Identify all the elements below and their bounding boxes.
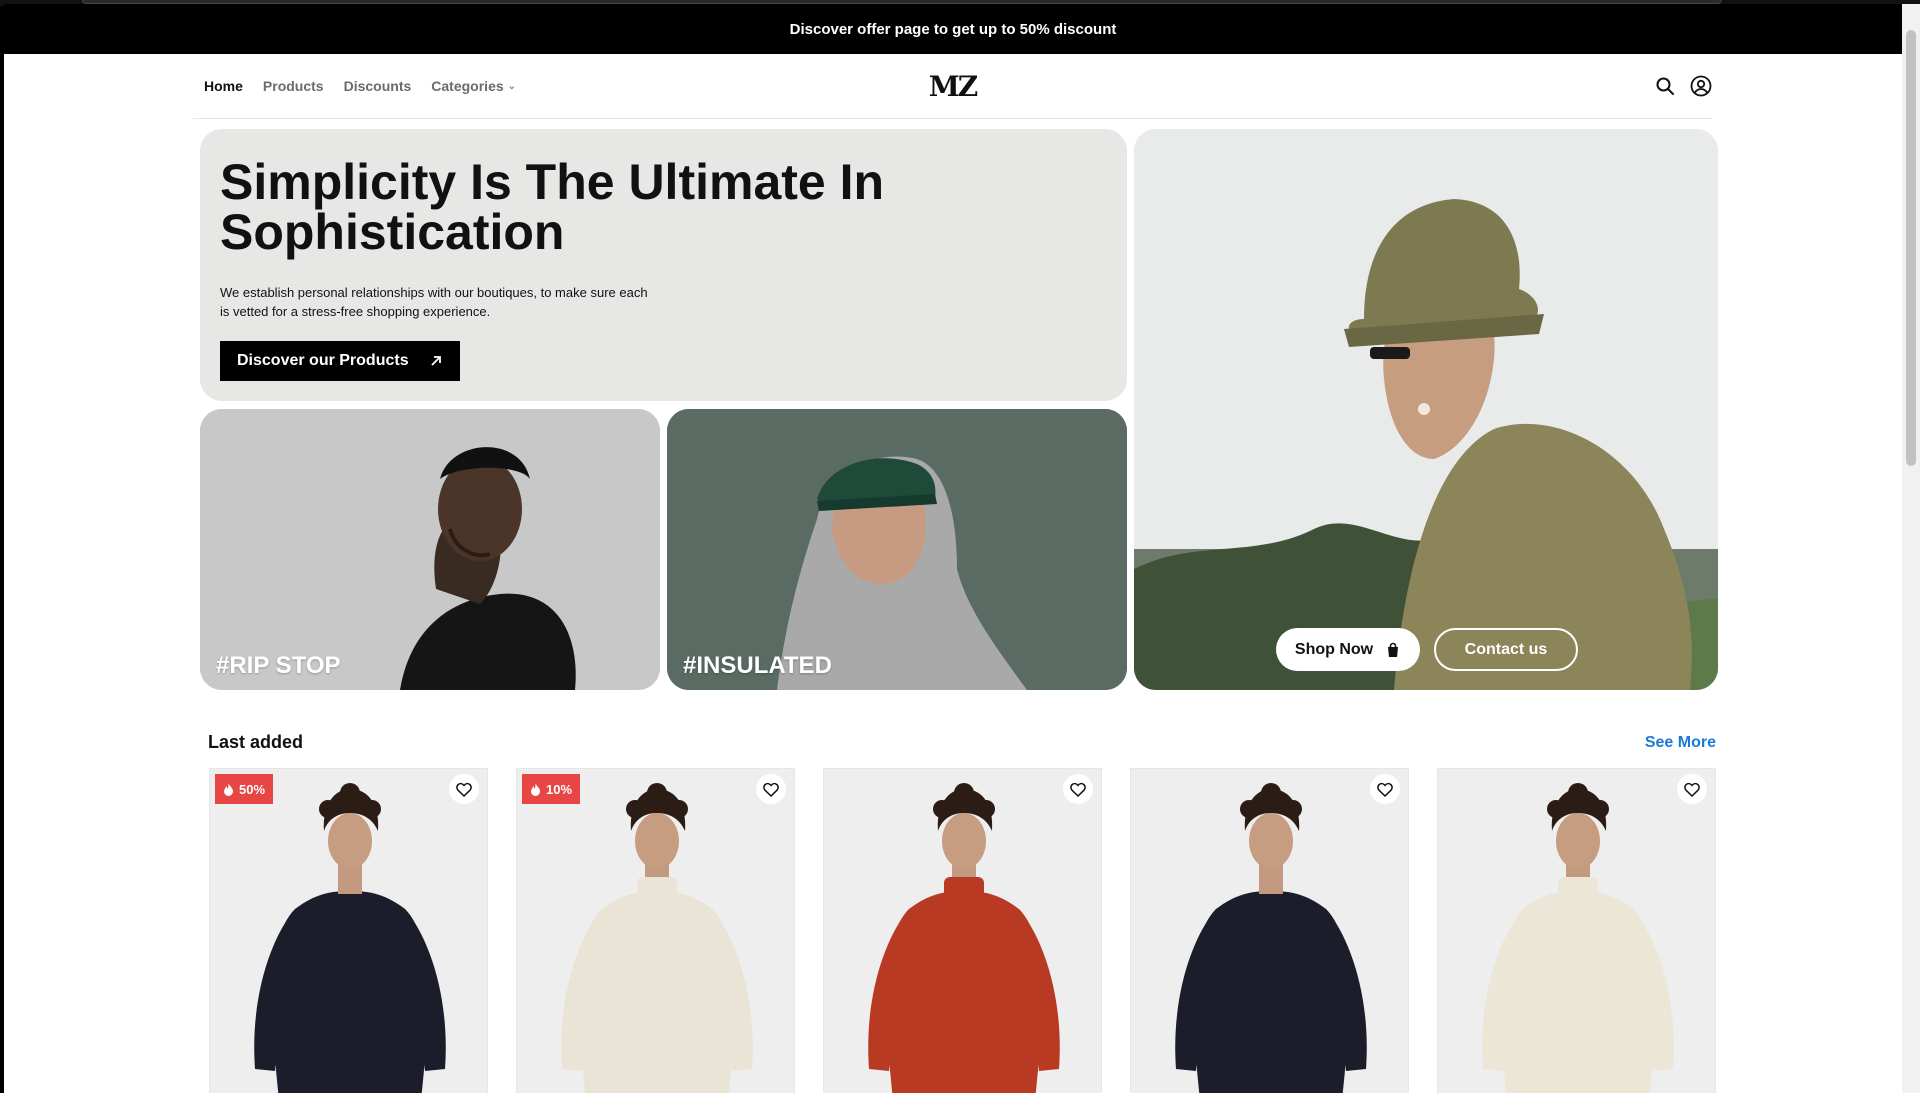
discount-badge-label: 10% [546, 781, 573, 797]
see-more-link[interactable]: See More [1645, 734, 1716, 752]
product-card[interactable] [1130, 768, 1409, 1093]
hero-card: Simplicity Is The Ultimate In Sophistica… [200, 129, 1127, 401]
product-photo [1438, 769, 1715, 1093]
last-added-heading: Last added [208, 732, 304, 752]
nav-discounts[interactable]: Discounts [344, 78, 412, 94]
rip-stop-tile[interactable]: #RIP STOP [200, 409, 660, 690]
scrollbar-thumb[interactable] [1906, 30, 1916, 466]
insulated-label: #INSULATED [683, 652, 832, 679]
model-photo [1134, 129, 1718, 690]
arrow-up-right-icon [430, 356, 441, 366]
announcement-bar: Discover offer page to get up to 50% dis… [4, 4, 1902, 54]
nav-products[interactable]: Products [263, 78, 324, 94]
favorite-button[interactable] [1677, 774, 1707, 804]
favorite-button[interactable] [756, 774, 786, 804]
product-photo [210, 769, 487, 1093]
user-icon[interactable] [1690, 75, 1712, 97]
product-photo [517, 769, 794, 1093]
product-card[interactable]: 50% [209, 768, 488, 1093]
heart-icon [1377, 782, 1393, 797]
favorite-button[interactable] [1063, 774, 1093, 804]
flame-icon [224, 782, 233, 796]
contact-us-button[interactable]: Contact us [1434, 628, 1578, 671]
product-photo [824, 769, 1101, 1093]
heart-icon [763, 782, 779, 797]
discount-badge: 10% [522, 774, 581, 804]
model-photo [200, 409, 660, 690]
hero-feature-photo: Shop Now Contact us [1134, 129, 1718, 690]
model-photo [667, 409, 1127, 690]
hero-title: Simplicity Is The Ultimate In Sophistica… [220, 154, 885, 260]
nav-links: Home Products Discounts Categories ⌄ [193, 78, 516, 94]
chevron-down-icon: ⌄ [507, 80, 517, 92]
nav-icons [1654, 75, 1712, 97]
insulated-tile[interactable]: #INSULATED [667, 409, 1127, 690]
contact-us-label: Contact us [1464, 640, 1548, 658]
discover-products-button[interactable]: Discover our Products [220, 341, 460, 381]
shopping-bag-icon [1388, 642, 1399, 657]
flame-icon [531, 782, 540, 796]
favorite-button[interactable] [449, 774, 479, 804]
heart-icon [1684, 782, 1700, 797]
product-card[interactable] [1437, 768, 1716, 1093]
product-card[interactable]: 10% [516, 768, 795, 1093]
rip-stop-label: #RIP STOP [216, 652, 341, 679]
announcement-text: Discover offer page to get up to 50% dis… [789, 20, 1117, 38]
heart-icon [456, 782, 472, 797]
product-card[interactable] [823, 768, 1102, 1093]
last-added-header: Last added See More [208, 732, 1716, 753]
top-nav: Home Products Discounts Categories ⌄ MZ [193, 54, 1712, 119]
search-icon[interactable] [1654, 75, 1676, 97]
discover-products-label: Discover our Products [237, 352, 409, 369]
discount-badge-label: 50% [239, 781, 266, 797]
favorite-button[interactable] [1370, 774, 1400, 804]
hero-description: We establish personal relationships with… [220, 285, 648, 319]
nav-categories[interactable]: Categories ⌄ [431, 78, 516, 94]
brand-logo[interactable]: MZ [929, 70, 978, 103]
nav-home[interactable]: Home [204, 78, 243, 94]
shop-now-label: Shop Now [1294, 640, 1374, 658]
nav-categories-label: Categories [431, 78, 504, 94]
product-photo [1131, 769, 1408, 1093]
page: Discover offer page to get up to 50% dis… [4, 4, 1902, 1093]
shop-now-button[interactable]: Shop Now [1276, 628, 1420, 671]
discount-badge: 50% [215, 774, 274, 804]
scrollbar[interactable] [1902, 4, 1920, 1093]
heart-icon [1070, 782, 1086, 797]
